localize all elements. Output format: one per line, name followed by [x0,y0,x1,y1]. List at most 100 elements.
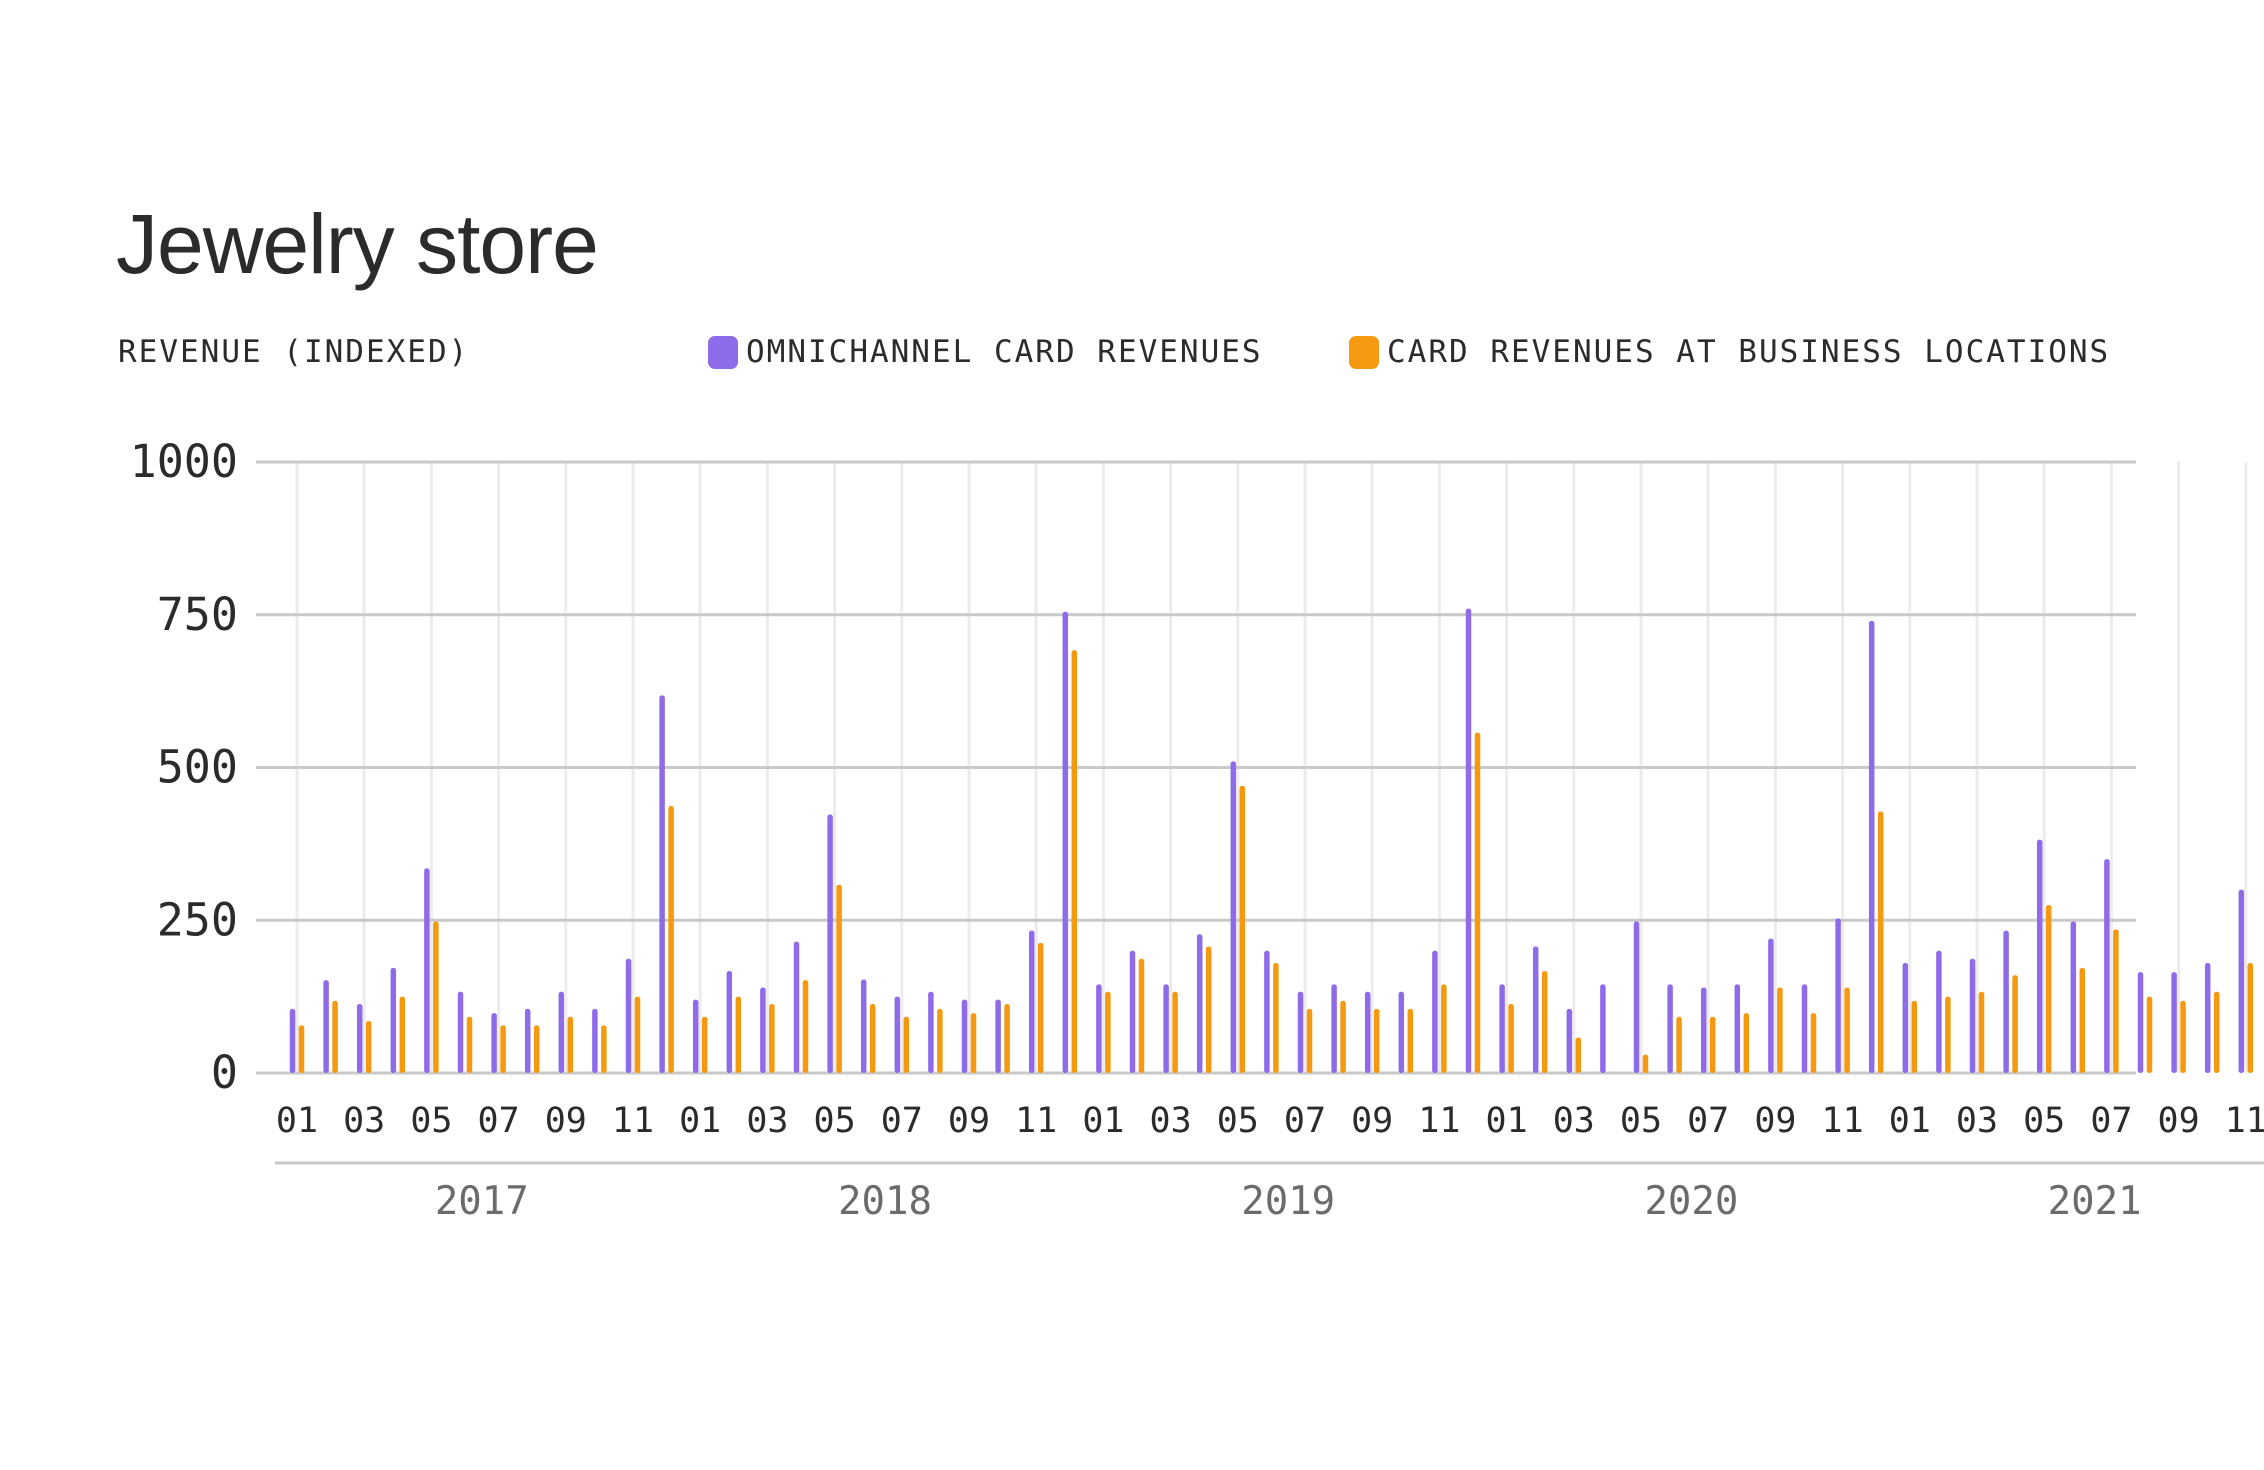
chart-root: Jewelry store REVENUE (INDEXED) OMNICHAN… [0,0,2264,1470]
bar-locations [466,1016,473,1073]
bar-locations [1037,942,1044,1073]
bar-locations [903,1016,910,1073]
bar-locations [2079,967,2086,1073]
bar-locations [2180,1000,2186,1073]
bar-omnichannel [625,958,632,1073]
y-tick-label: 250 [157,893,238,946]
bar-omnichannel [659,695,665,1073]
bar-omnichannel [1331,984,1337,1073]
x-tick-label: 03 [1553,1101,1595,1141]
bar-locations [668,805,674,1073]
bar-locations [2247,963,2254,1073]
x-tick-label: 11 [1418,1101,1460,1141]
bar-omnichannel [1364,991,1371,1073]
bar-locations [2012,975,2018,1073]
bar-omnichannel [1499,984,1505,1073]
bar-locations [2146,996,2153,1073]
bar-locations [533,1025,540,1073]
bar-omnichannel [1028,930,1035,1073]
bar-locations [1306,1008,1313,1073]
x-tick-label: 07 [1687,1101,1729,1141]
bar-locations [1205,946,1212,1073]
y-ticks: 0 250 500 750 1000 [130,435,238,1099]
bar-omnichannel [424,868,430,1073]
bar-locations [1508,1003,1514,1073]
bar-omnichannel [726,970,733,1073]
bar-omnichannel [1297,991,1304,1073]
bar-omnichannel [1062,611,1069,1073]
bar-locations [1978,991,1985,1073]
bar-omnichannel [894,996,901,1073]
x-tick-label: 11 [2225,1101,2264,1141]
x-tick-label: 09 [545,1101,587,1141]
bar-omnichannel [860,979,867,1073]
bar-locations [298,1025,305,1073]
bar-omnichannel [356,1003,363,1073]
bar-omnichannel [2204,963,2211,1073]
bar-locations [399,996,406,1073]
bar-omnichannel [457,991,464,1073]
bar-omnichannel [760,987,766,1073]
bar-locations [1676,1016,1682,1073]
bar-locations [1709,1016,1716,1073]
bar-locations [1373,1008,1380,1073]
bar-omnichannel [692,999,699,1073]
bar-omnichannel [2070,921,2077,1073]
bar-locations [1441,984,1447,1073]
bar-locations [1575,1037,1582,1073]
bar-locations [1004,1003,1010,1073]
bar-omnichannel [1196,934,1203,1073]
x-tick-label: 11 [1015,1101,1057,1141]
x-tick-label: 01 [679,1101,721,1141]
bar-locations [332,1000,338,1073]
bar-omnichannel [1398,991,1405,1073]
bar-locations [769,1003,775,1073]
bar-locations [735,996,742,1073]
bar-locations [701,1016,708,1073]
bar-omnichannel [1566,1008,1573,1073]
bar-locations [1877,811,1884,1073]
bar-omnichannel [1868,620,1875,1073]
bar-locations [1945,996,1951,1073]
bar-locations [2045,904,2052,1073]
bar-locations [1340,1000,1346,1073]
bar-omnichannel [1801,984,1808,1073]
bar-omnichannel [995,999,1001,1073]
x-tick-label: 03 [1956,1101,1998,1141]
year-groups: 201720182019202020212022 [275,1161,2264,1224]
bar-locations [1541,970,1548,1073]
x-tick-label: 03 [343,1101,385,1141]
bar-omnichannel [1600,984,1606,1073]
bar-locations [2113,929,2119,1073]
x-tick-label: 01 [276,1101,318,1141]
x-tick-label: 01 [1082,1101,1124,1141]
bar-omnichannel [592,1008,598,1073]
bar-omnichannel [524,1008,531,1073]
y-tick-label: 500 [157,741,238,794]
bar-locations [433,921,439,1073]
x-tick-label: 11 [612,1101,654,1141]
year-label: 2020 [1644,1179,1738,1224]
bar-locations [1105,991,1111,1073]
bar-omnichannel [2003,930,2009,1073]
bar-omnichannel [1096,984,1102,1073]
x-tick-label: 05 [410,1101,452,1141]
x-tick-label: 05 [814,1101,856,1141]
bar-locations [634,996,641,1073]
bar-omnichannel [1264,950,1270,1073]
bar-locations [970,1013,977,1073]
x-tick-label: 09 [948,1101,990,1141]
x-tick-label: 05 [1620,1101,1662,1141]
bar-locations [1172,991,1178,1073]
y-tick-label: 1000 [130,435,238,488]
bar-locations [836,884,842,1073]
x-tick-label: 03 [746,1101,788,1141]
bar-locations [937,1008,943,1073]
bar-locations [567,1016,574,1073]
bar-omnichannel [323,980,329,1073]
bar-locations [1273,963,1279,1073]
x-tick-label: 05 [1217,1101,1259,1141]
bar-omnichannel [2171,972,2177,1073]
bar-omnichannel [2104,859,2110,1073]
bar-omnichannel [1768,938,1774,1073]
